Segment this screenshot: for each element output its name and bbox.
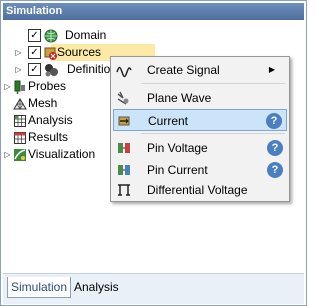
visualization-icon <box>12 147 27 162</box>
panel-tab-bar: Simulation Analysis <box>3 273 304 304</box>
expand-icon[interactable]: ▷ <box>3 78 12 95</box>
submenu-arrow-icon: ▶ <box>268 65 275 74</box>
expand-icon[interactable]: ▷ <box>3 146 12 163</box>
tree-item-label: Analysis <box>28 113 73 127</box>
menu-item-label: Differential Voltage <box>147 183 248 197</box>
menu-item-current[interactable]: Current ? <box>113 109 287 131</box>
menu-separator <box>141 83 285 84</box>
definitions-icon <box>43 62 58 77</box>
signal-icon <box>116 62 132 78</box>
menu-item-plane-wave[interactable]: Plane Wave <box>113 87 287 109</box>
menu-item-label: Plane Wave <box>147 91 212 105</box>
globe-icon <box>43 28 58 43</box>
tree-item-domain[interactable]: ✓ Domain <box>3 27 203 44</box>
help-icon[interactable]: ? <box>266 113 282 129</box>
menu-item-label: Pin Current <box>147 163 208 177</box>
domain-checkbox[interactable]: ✓ <box>28 29 41 42</box>
sources-checkbox[interactable]: ✓ <box>28 46 41 59</box>
menu-item-create-signal[interactable]: Create Signal ▶ <box>113 59 287 81</box>
menu-item-pin-current[interactable]: Pin Current ? <box>113 159 287 181</box>
menu-item-differential-voltage[interactable]: Differential Voltage <box>113 179 287 201</box>
help-icon[interactable]: ? <box>267 162 283 178</box>
plane-wave-icon <box>116 90 132 106</box>
differential-voltage-icon <box>116 182 132 198</box>
expand-icon[interactable]: ▷ <box>14 44 23 61</box>
tree-item-label: Domain <box>65 28 107 42</box>
sources-icon <box>43 45 58 60</box>
analysis-icon <box>12 113 27 128</box>
tab-analysis[interactable]: Analysis <box>71 277 122 297</box>
tree-item-label: Mesh <box>28 96 58 110</box>
panel-title: Simulation <box>3 3 304 20</box>
context-menu: Create Signal ▶ Plane Wave Current ? Pin… <box>110 56 290 202</box>
current-icon <box>117 113 133 129</box>
help-icon[interactable]: ? <box>267 140 283 156</box>
pin-current-icon <box>116 162 132 178</box>
tree-item-label: Sources <box>57 45 102 59</box>
menu-item-pin-voltage[interactable]: Pin Voltage ? <box>113 137 287 159</box>
menu-item-label: Pin Voltage <box>147 141 208 155</box>
tab-simulation[interactable]: Simulation <box>7 277 72 298</box>
pin-voltage-icon <box>116 140 132 156</box>
menu-item-label: Current <box>148 114 189 128</box>
tree-item-label: Probes <box>28 79 67 93</box>
probes-icon <box>12 79 27 94</box>
mesh-icon <box>12 96 27 111</box>
expand-icon[interactable]: ▷ <box>14 61 23 78</box>
tree-item-label: Results <box>28 130 69 144</box>
results-icon <box>12 130 27 145</box>
tree-item-label: Visualization <box>28 147 96 161</box>
definitions-checkbox[interactable]: ✓ <box>28 63 41 76</box>
menu-separator <box>141 133 285 134</box>
menu-item-label: Create Signal <box>147 63 220 77</box>
